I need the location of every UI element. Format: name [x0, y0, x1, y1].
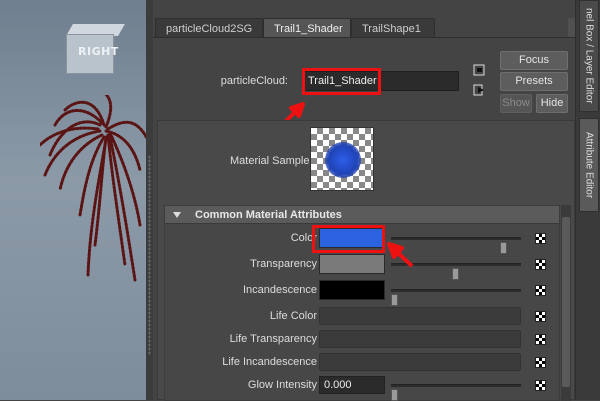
- attr-label: Incandescence: [243, 284, 317, 296]
- section-header[interactable]: Common Material Attributes: [165, 206, 559, 224]
- panel-divider-grip[interactable]: [148, 155, 151, 355]
- attr-row-glow-intensity: Glow Intensity 0.000: [165, 375, 559, 401]
- incandescence-slider[interactable]: [391, 289, 521, 306]
- particle-trail-graphic: [40, 95, 146, 282]
- attr-label: Life Color: [269, 310, 317, 322]
- attr-row-life-incandescence: Life Incandescence: [165, 352, 559, 374]
- collapse-triangle-icon[interactable]: [173, 212, 181, 218]
- material-sample-swatch: [310, 127, 374, 191]
- map-button-icon[interactable]: [535, 285, 546, 296]
- attr-row-transparency: Transparency: [165, 254, 559, 280]
- output-connection-icon[interactable]: [473, 84, 485, 96]
- annotation-arrow-icon: [387, 242, 414, 268]
- slider-thumb[interactable]: [391, 294, 398, 306]
- section-title: Common Material Attributes: [195, 209, 342, 221]
- map-button-icon[interactable]: [535, 259, 546, 270]
- vertical-scrollbar[interactable]: [561, 205, 571, 401]
- color-slider[interactable]: [391, 237, 521, 254]
- viewcube[interactable]: RIGHT: [62, 22, 125, 76]
- life-transparency-field[interactable]: [319, 330, 521, 348]
- tab-attribute-editor[interactable]: Attribute Editor: [579, 118, 599, 212]
- map-button-icon[interactable]: [535, 380, 546, 391]
- life-incandescence-field[interactable]: [319, 353, 521, 371]
- highlight-box-color: [312, 225, 385, 253]
- slider-thumb[interactable]: [500, 242, 507, 254]
- attr-label: Glow Intensity: [247, 379, 317, 391]
- show-button[interactable]: Show: [500, 94, 532, 113]
- scrollbar-thumb[interactable]: [562, 217, 570, 387]
- transparency-swatch[interactable]: [319, 254, 385, 274]
- attribute-scroll-area[interactable]: Material Sample Common Material Attribut…: [157, 120, 575, 401]
- node-name-label: particleCloud:: [220, 75, 288, 87]
- map-button-icon[interactable]: [535, 334, 546, 345]
- focus-button[interactable]: Focus: [500, 51, 568, 70]
- map-button-icon[interactable]: [535, 357, 546, 368]
- map-button-icon[interactable]: [535, 233, 546, 244]
- slider-thumb[interactable]: [391, 389, 398, 401]
- material-sample-label: Material Sample: [230, 155, 310, 167]
- life-color-field[interactable]: [319, 307, 521, 325]
- right-side-tabs: nel Box / Layer Editor Attribute Editor: [575, 0, 600, 400]
- presets-button[interactable]: Presets: [500, 72, 568, 91]
- tab-trailshape1[interactable]: TrailShape1: [351, 18, 435, 38]
- map-button-icon[interactable]: [535, 311, 546, 322]
- material-sample-sphere: [325, 142, 361, 178]
- attr-row-incandescence: Incandescence: [165, 280, 559, 306]
- viewport-panel[interactable]: RIGHT: [0, 0, 146, 400]
- glow-intensity-slider[interactable]: [391, 384, 521, 401]
- highlight-box-node-name: [302, 68, 381, 95]
- tab-bar-end: [568, 18, 575, 38]
- hide-button[interactable]: Hide: [536, 94, 568, 113]
- glow-intensity-input[interactable]: 0.000: [319, 376, 385, 394]
- tab-bar-divider: [153, 37, 575, 38]
- tab-channel-box-layer-editor[interactable]: nel Box / Layer Editor: [579, 0, 599, 112]
- viewcube-label: RIGHT: [78, 45, 119, 58]
- attr-row-life-color: Life Color: [165, 306, 559, 328]
- attr-label: Life Incandescence: [222, 356, 317, 368]
- attr-label: Transparency: [250, 258, 317, 270]
- slider-thumb[interactable]: [452, 268, 459, 280]
- input-connection-icon[interactable]: [473, 64, 485, 76]
- tab-trail1-shader[interactable]: Trail1_Shader: [263, 18, 351, 38]
- incandescence-swatch[interactable]: [319, 280, 385, 300]
- attr-label: Life Transparency: [229, 333, 317, 345]
- attr-row-life-transparency: Life Transparency: [165, 329, 559, 351]
- tab-particlecloud2sg[interactable]: particleCloud2SG: [155, 18, 263, 38]
- attribute-editor-panel: particleCloud2SG Trail1_Shader TrailShap…: [153, 0, 575, 401]
